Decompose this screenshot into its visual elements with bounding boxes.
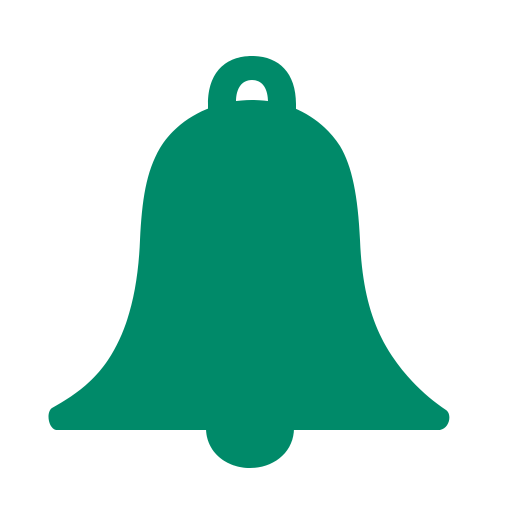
bell-icon [48, 56, 450, 468]
icon-canvas [0, 0, 512, 512]
bell-body [48, 100, 450, 430]
bell-clapper [206, 428, 294, 468]
